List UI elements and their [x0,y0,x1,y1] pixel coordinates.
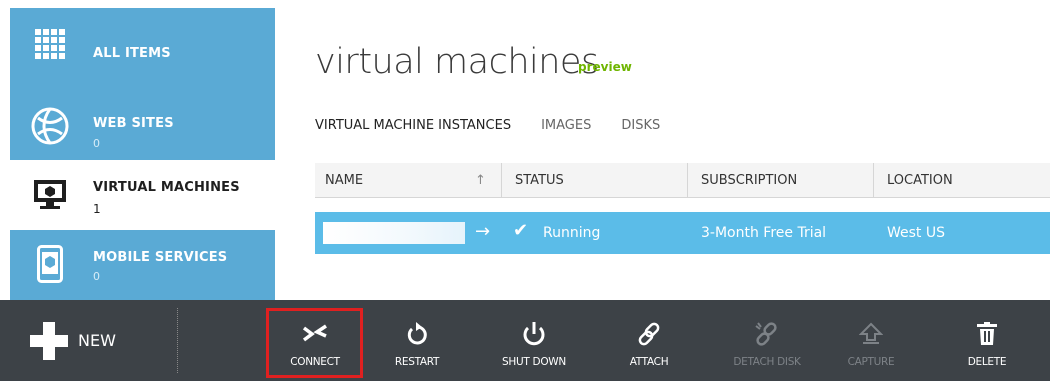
divider [177,308,178,373]
new-label: NEW [78,331,116,350]
sidebar-item-count: 1 [93,202,101,216]
shut-down-button[interactable]: SHUT DOWN [489,304,579,378]
capture-button[interactable]: CAPTURE [826,304,916,378]
subscription-text: 3-Month Free Trial [701,225,827,241]
sidebar-item-label: VIRTUAL MACHINES [93,180,240,195]
detach-disk-button[interactable]: DETACH DISK [722,304,812,378]
table-row[interactable]: → ✔ Running 3-Month Free Trial West US [315,212,1050,254]
tab-bar: VIRTUAL MACHINE INSTANCES IMAGES DISKS [315,118,690,133]
sidebar-item-label: ALL ITEMS [93,46,171,61]
cmd-label: DELETE [967,356,1007,368]
sidebar-item-label: WEB SITES [93,116,174,131]
globe-icon [30,106,70,146]
capture-icon [826,314,916,354]
restart-icon [372,314,462,354]
sidebar-item-all-items[interactable]: ALL ITEMS [10,8,275,80]
cmd-label: CAPTURE [847,356,895,368]
column-divider [501,163,502,197]
location-text: West US [887,225,946,241]
status-text: Running [543,225,601,241]
sidebar-item-virtual-machines[interactable]: VIRTUAL MACHINES 1 [10,160,275,230]
sidebar-item-label: MOBILE SERVICES [93,250,228,265]
sidebar-item-count: 0 [93,270,100,283]
sidebar-item-count: 0 [93,137,100,150]
instances-table: NAME ↑ STATUS SUBSCRIPTION LOCATION → ✔ … [315,163,1050,254]
monitor-icon [30,174,70,214]
page-title: virtual machines [315,42,599,82]
preview-badge: preview [578,60,632,74]
check-icon: ✔ [513,220,529,241]
mobile-icon [30,244,70,284]
column-header-name[interactable]: NAME [325,173,363,188]
cmd-label: RESTART [394,356,440,368]
restart-button[interactable]: RESTART [372,304,462,378]
column-header-subscription[interactable]: SUBSCRIPTION [701,173,797,188]
column-header-location[interactable]: LOCATION [887,173,953,188]
power-icon [489,314,579,354]
new-button[interactable]: NEW [0,300,178,381]
column-divider [873,163,874,197]
tab-virtual-machine-instances[interactable]: VIRTUAL MACHINE INSTANCES [315,118,511,133]
sidebar-item-web-sites[interactable]: WEB SITES 0 [10,80,275,160]
column-header-status[interactable]: STATUS [515,173,564,188]
command-bar: NEW CONNECT RESTART SHUT DOWN ATTACH DET… [0,300,1050,381]
delete-button[interactable]: DELETE [942,304,1032,378]
table-header: NAME ↑ STATUS SUBSCRIPTION LOCATION [315,163,1050,198]
sidebar: ALL ITEMS WEB SITES 0 VIRTUAL MACHINES 1 [0,0,275,300]
sidebar-item-mobile-services[interactable]: MOBILE SERVICES 0 [10,230,275,300]
link-icon [604,314,694,354]
row-arrow-icon[interactable]: → [475,221,490,242]
sort-arrow-icon[interactable]: ↑ [475,173,486,188]
grid-icon [30,24,70,64]
tab-images[interactable]: IMAGES [541,118,591,133]
redacted-name [323,222,465,244]
cmd-label: ATTACH [629,356,669,368]
cmd-label: DETACH DISK [733,356,801,368]
unlink-icon [722,314,812,354]
connect-highlight-box [266,308,363,378]
plus-icon [30,321,68,360]
tab-disks[interactable]: DISKS [621,118,660,133]
trash-icon [942,314,1032,354]
column-divider [687,163,688,197]
cmd-label: SHUT DOWN [502,356,566,368]
attach-button[interactable]: ATTACH [604,304,694,378]
